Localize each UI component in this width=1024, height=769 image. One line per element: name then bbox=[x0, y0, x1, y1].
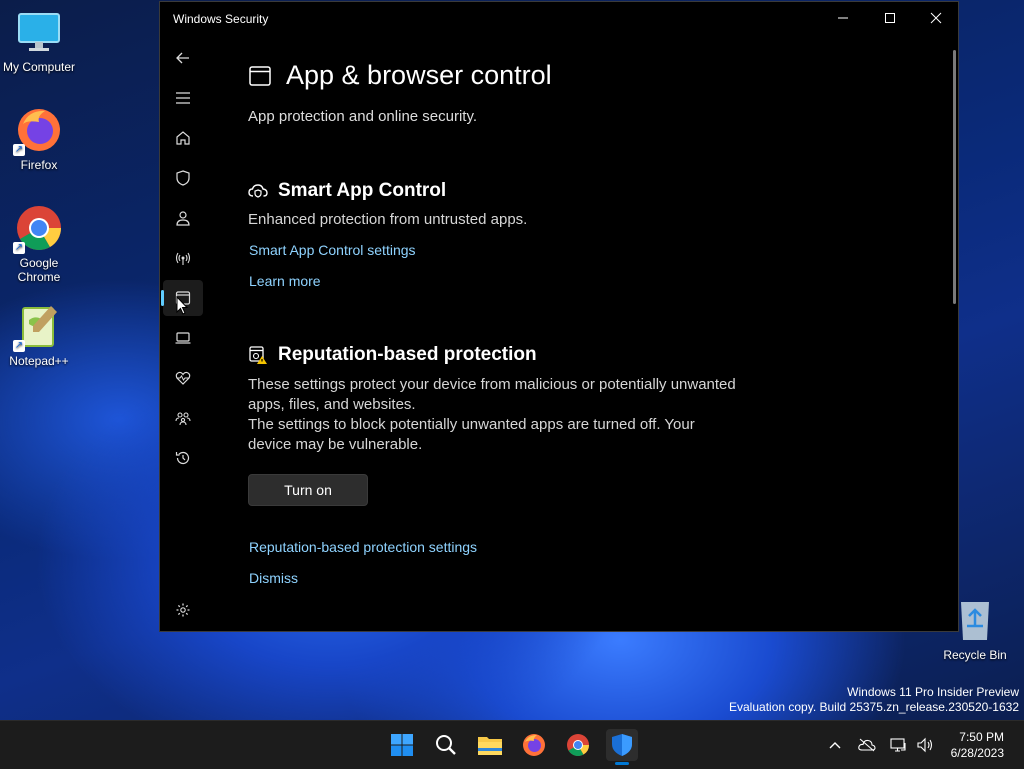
system-tray bbox=[828, 721, 934, 769]
reputation-settings-link[interactable]: Reputation-based protection settings bbox=[249, 539, 477, 555]
evaluation-watermark: Windows 11 Pro Insider Preview Evaluatio… bbox=[729, 685, 1019, 715]
notepadpp-icon: ↗ bbox=[13, 302, 63, 352]
windows-logo-icon bbox=[391, 734, 413, 756]
chevron-up-icon[interactable] bbox=[828, 738, 842, 752]
nav-firewall[interactable] bbox=[163, 240, 203, 276]
scrollbar[interactable] bbox=[953, 50, 956, 304]
maximize-icon bbox=[885, 13, 895, 23]
start-button[interactable] bbox=[386, 729, 418, 761]
maximize-button[interactable] bbox=[867, 2, 913, 34]
page-heading: App & browser control bbox=[248, 60, 552, 91]
search-button[interactable] bbox=[430, 729, 462, 761]
clock-time: 7:50 PM bbox=[959, 730, 1004, 744]
laptop-icon bbox=[175, 332, 191, 344]
heart-pulse-icon bbox=[175, 371, 191, 385]
dismiss-link[interactable]: Dismiss bbox=[249, 570, 298, 586]
turn-on-button[interactable]: Turn on bbox=[248, 474, 368, 506]
page-subtitle: App protection and online security. bbox=[248, 108, 478, 125]
shortcut-arrow-icon: ↗ bbox=[13, 144, 25, 156]
back-button[interactable] bbox=[163, 40, 203, 76]
reputation-warning-icon bbox=[249, 346, 267, 364]
desktop-icon-notepadpp[interactable]: ↗ Notepad++ bbox=[0, 302, 78, 368]
file-explorer-button[interactable] bbox=[474, 729, 506, 761]
desktop-icon-label: Google Chrome bbox=[17, 256, 61, 284]
mouse-cursor-icon bbox=[176, 296, 188, 315]
menu-button[interactable] bbox=[163, 80, 203, 116]
title-bar[interactable]: Windows Security bbox=[160, 2, 958, 36]
desktop-icon-label: Firefox bbox=[20, 158, 58, 172]
navigation-rail bbox=[160, 36, 206, 631]
windows-security-window: Windows Security App & browser control A… bbox=[159, 1, 959, 632]
windows-security-taskbar-button[interactable] bbox=[606, 729, 638, 761]
chrome-taskbar-button[interactable] bbox=[562, 729, 594, 761]
learn-more-link[interactable]: Learn more bbox=[249, 273, 321, 289]
reputation-warning-text: The settings to block potentially unwant… bbox=[248, 416, 695, 453]
monitor-icon bbox=[15, 8, 63, 56]
firefox-icon: ↗ bbox=[13, 106, 63, 156]
desktop-icon-label: Recycle Bin bbox=[943, 648, 1007, 662]
clock[interactable]: 7:50 PM 6/28/2023 bbox=[951, 729, 1004, 761]
home-icon bbox=[176, 131, 190, 145]
nav-account-protection[interactable] bbox=[163, 200, 203, 236]
nav-home[interactable] bbox=[163, 120, 203, 156]
firefox-icon bbox=[523, 734, 545, 756]
main-content: App & browser control App protection and… bbox=[248, 36, 958, 631]
app-browser-icon bbox=[249, 65, 271, 86]
reputation-heading: Reputation-based protection bbox=[248, 344, 537, 366]
section-title: Reputation-based protection bbox=[278, 344, 537, 365]
onedrive-offline-icon[interactable] bbox=[858, 738, 876, 752]
shield-icon bbox=[176, 170, 190, 186]
smart-app-control-heading: Smart App Control bbox=[248, 180, 446, 202]
nav-device-performance[interactable] bbox=[163, 360, 203, 396]
window-title: Windows Security bbox=[173, 12, 269, 26]
taskbar: 7:50 PM 6/28/2023 bbox=[0, 720, 1024, 769]
history-icon bbox=[175, 451, 190, 465]
chrome-icon bbox=[567, 734, 589, 756]
close-button[interactable] bbox=[913, 2, 959, 34]
family-icon bbox=[175, 412, 191, 426]
watermark-line: Windows 11 Pro Insider Preview bbox=[847, 685, 1019, 699]
security-shield-icon bbox=[612, 734, 632, 756]
network-icon[interactable] bbox=[890, 737, 908, 753]
shortcut-arrow-icon: ↗ bbox=[13, 242, 25, 254]
page-title: App & browser control bbox=[286, 60, 552, 90]
minimize-button[interactable] bbox=[820, 2, 866, 34]
nav-virus-protection[interactable] bbox=[163, 160, 203, 196]
desktop-icon-firefox[interactable]: ↗ Firefox bbox=[0, 106, 78, 172]
shortcut-arrow-icon: ↗ bbox=[13, 340, 25, 352]
volume-icon[interactable] bbox=[916, 737, 934, 753]
desktop-icon-label: My Computer bbox=[2, 60, 76, 74]
folder-icon bbox=[478, 737, 502, 755]
nav-settings[interactable] bbox=[163, 592, 203, 628]
active-indicator bbox=[161, 290, 164, 306]
cloud-shield-icon bbox=[248, 184, 268, 198]
desktop-icon-label: Notepad++ bbox=[9, 354, 69, 368]
active-app-indicator bbox=[615, 762, 629, 765]
clock-date: 6/28/2023 bbox=[950, 746, 1004, 760]
watermark-line: Evaluation copy. Build 25375.zn_release.… bbox=[729, 700, 1019, 714]
firefox-taskbar-button[interactable] bbox=[518, 729, 550, 761]
reputation-description: These settings protect your device from … bbox=[248, 376, 736, 413]
nav-device-security[interactable] bbox=[163, 320, 203, 356]
smart-app-description: Enhanced protection from untrusted apps. bbox=[248, 211, 528, 228]
back-arrow-icon bbox=[176, 52, 189, 64]
chrome-icon: ↗ bbox=[13, 204, 63, 254]
settings-gear-icon bbox=[176, 603, 190, 617]
person-icon bbox=[176, 211, 190, 226]
desktop-icon-my-computer[interactable]: My Computer bbox=[0, 8, 78, 74]
smart-app-settings-link[interactable]: Smart App Control settings bbox=[249, 242, 416, 258]
wireless-icon bbox=[175, 252, 191, 265]
minimize-icon bbox=[838, 17, 848, 19]
section-title: Smart App Control bbox=[278, 180, 447, 201]
hamburger-menu-icon bbox=[176, 92, 190, 104]
search-icon bbox=[436, 735, 456, 755]
desktop-icon-chrome[interactable]: ↗ Google Chrome bbox=[0, 204, 78, 284]
nav-protection-history[interactable] bbox=[163, 440, 203, 476]
close-icon bbox=[930, 12, 942, 24]
nav-family-options[interactable] bbox=[163, 400, 203, 436]
